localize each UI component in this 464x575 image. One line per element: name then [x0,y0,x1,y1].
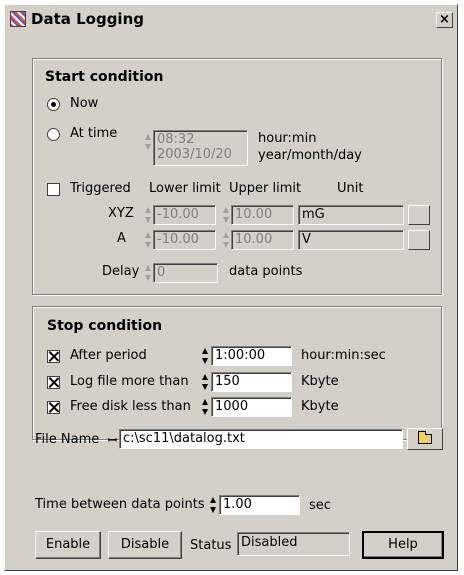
start-condition-title: Start condition [45,69,164,85]
now-radio[interactable] [47,98,60,111]
xyz-upper-field[interactable]: 10.00 [231,205,294,225]
triggered-label: Triggered [70,181,131,196]
window-title: Data Logging [31,10,144,28]
attime-label: At time [70,126,118,141]
unit-header: Unit [337,181,364,196]
after-period-checkbox[interactable] [47,350,60,363]
interval-label: Time between data points [35,497,205,512]
free-disk-spinner[interactable] [201,397,209,417]
now-label: Now [70,96,99,111]
help-button[interactable]: Help [362,531,444,559]
attime-radio[interactable] [47,128,60,141]
upper-limit-header: Upper limit [229,181,302,196]
logfile-checkbox[interactable] [47,376,60,389]
xyz-unit-button[interactable] [408,205,430,225]
xyz-lower-field[interactable]: -10.00 [153,205,216,225]
logfile-spinner[interactable] [201,372,209,392]
a-row-label: A [117,231,126,246]
logfile-field[interactable]: 150 [211,372,292,392]
delay-label: Delay [102,264,140,279]
file-name-field[interactable]: c:\sc11\datalog.txt [119,429,403,449]
disable-button[interactable]: Disable [108,531,182,559]
enable-button[interactable]: Enable [35,531,101,559]
xyz-row-label: XYZ [108,206,134,221]
lower-limit-header: Lower limit [149,181,221,196]
file-path-icon: ꟷ [108,434,117,447]
after-period-spinner[interactable] [201,346,209,366]
delay-unit-label: data points [229,264,303,279]
time-date-field: 08:32 2003/10/20 [153,130,248,166]
delay-field[interactable]: 0 [153,263,218,283]
browse-folder-button[interactable] [407,428,443,450]
status-label: Status [190,538,232,553]
xyz-lower-spinner[interactable] [144,205,152,225]
a-unit-button[interactable] [408,230,430,250]
app-icon [10,11,26,27]
logfile-unit: Kbyte [301,374,339,389]
stop-condition-title: Stop condition [47,318,163,334]
free-disk-unit: Kbyte [301,399,339,414]
start-condition-group [32,58,442,295]
logfile-label: Log file more than [70,374,189,389]
a-lower-field[interactable]: -10.00 [153,230,216,250]
free-disk-label: Free disk less than [70,399,191,414]
interval-field[interactable]: 1.00 [219,495,300,515]
date-unit-label: year/month/day [258,148,362,163]
xyz-unit-field[interactable]: mG [298,205,404,225]
time-value: 08:32 [157,132,195,147]
a-lower-spinner[interactable] [144,230,152,250]
folder-icon [418,431,432,444]
xyz-upper-spinner[interactable] [222,205,230,225]
time-spinner[interactable] [144,132,152,152]
delay-spinner[interactable] [144,263,152,283]
a-upper-field[interactable]: 10.00 [231,230,294,250]
interval-spinner[interactable] [209,495,217,515]
date-value: 2003/10/20 [157,147,232,162]
a-upper-spinner[interactable] [222,230,230,250]
file-name-label: File Name [35,432,100,447]
a-unit-field[interactable]: V [298,230,404,250]
free-disk-field[interactable]: 1000 [211,397,292,417]
time-unit-label: hour:min [258,131,317,146]
free-disk-checkbox[interactable] [47,401,60,414]
close-button[interactable]: × [436,12,453,28]
triggered-checkbox[interactable] [47,183,60,196]
status-field: Disabled [237,532,350,556]
after-period-label: After period [70,348,147,363]
after-period-field[interactable]: 1:00:00 [211,346,292,366]
after-period-unit: hour:min:sec [301,348,386,363]
interval-unit: sec [309,498,331,513]
